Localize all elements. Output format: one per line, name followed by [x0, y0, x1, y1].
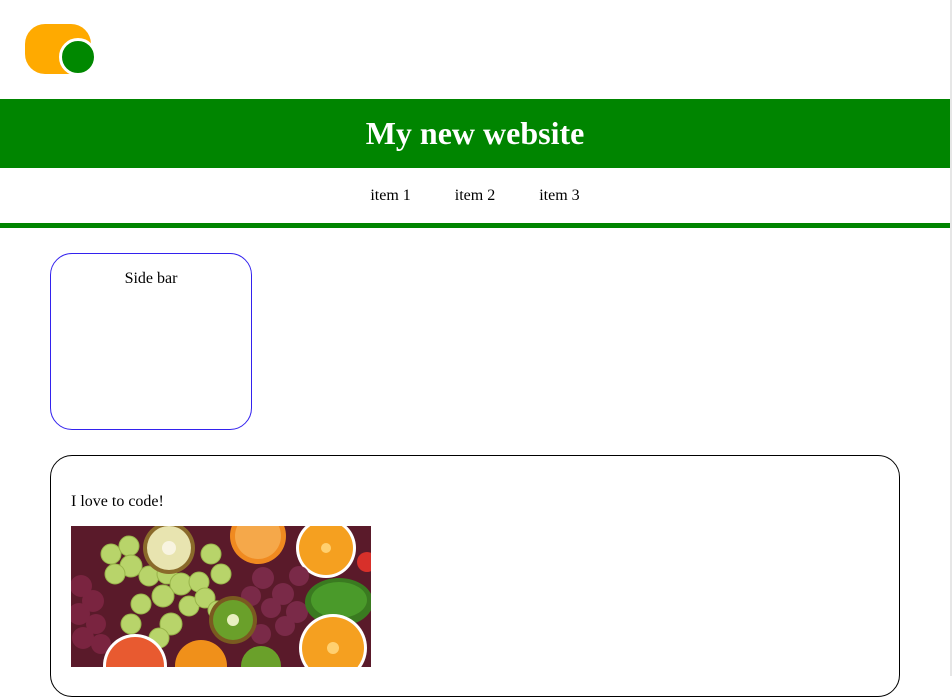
main-content: I love to code!: [50, 455, 900, 697]
site-header: My new website: [0, 99, 950, 168]
logo-dot: [59, 38, 97, 76]
sidebar-label: Side bar: [124, 270, 178, 287]
nav-item-1[interactable]: item 1: [370, 187, 410, 205]
site-title: My new website: [365, 115, 585, 151]
fruit-image: [71, 526, 371, 667]
main-nav: item 1 item 2 item 3: [0, 168, 950, 228]
nav-item-2[interactable]: item 2: [455, 187, 495, 205]
nav-item-3[interactable]: item 3: [539, 187, 579, 205]
main-text: I love to code!: [71, 493, 164, 510]
logo[interactable]: [25, 24, 97, 76]
sidebar: Side bar: [50, 253, 252, 430]
